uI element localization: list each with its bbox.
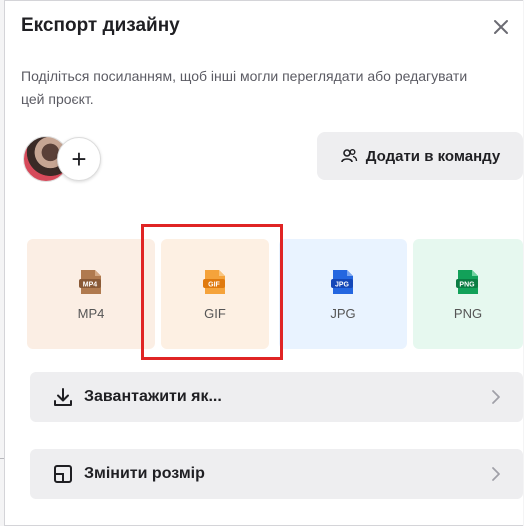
gif-badge: GIF (208, 281, 220, 288)
download-as-button[interactable]: Завантажити як... (30, 372, 523, 422)
format-label-jpg: JPG (330, 305, 356, 321)
jpg-badge: JPG (335, 281, 350, 288)
gif-file-icon: GIF (203, 269, 225, 294)
chevron-right-icon (492, 390, 500, 404)
add-to-team-button[interactable]: Додати в команду (317, 132, 523, 180)
export-dialog: Експорт дизайну Поділіться посиланням, щ… (4, 0, 523, 526)
add-to-team-label: Додати в команду (365, 147, 501, 165)
format-tile-mp4[interactable]: MP4 MP4 (27, 239, 155, 349)
plus-icon: + (71, 143, 87, 174)
people-icon (340, 149, 357, 163)
mp4-badge: MP4 (83, 281, 98, 288)
format-tile-png[interactable]: PNG PNG (413, 239, 523, 349)
chevron-right-icon (492, 467, 500, 481)
add-member-button[interactable]: + (57, 137, 101, 181)
dialog-title: Експорт дизайну (21, 15, 180, 36)
resize-button[interactable]: Змінити розмір (30, 449, 523, 499)
format-tile-gif[interactable]: GIF GIF (161, 239, 269, 349)
format-label-gif: GIF (204, 305, 226, 321)
resize-label: Змінити розмір (84, 465, 205, 482)
dialog-description: Поділіться посиланням, щоб інші могли пе… (21, 68, 468, 107)
format-label-mp4: MP4 (77, 305, 105, 321)
format-tile-jpg[interactable]: JPG JPG (279, 239, 407, 349)
download-as-label: Завантажити як... (84, 388, 222, 405)
png-file-icon: PNG (456, 269, 478, 294)
format-label-png: PNG (453, 305, 483, 321)
download-icon (54, 388, 72, 406)
resize-icon (54, 465, 72, 483)
mp4-file-icon: MP4 (79, 269, 101, 294)
close-icon[interactable] (491, 17, 511, 37)
jpg-file-icon: JPG (331, 269, 353, 294)
png-badge: PNG (459, 281, 475, 288)
